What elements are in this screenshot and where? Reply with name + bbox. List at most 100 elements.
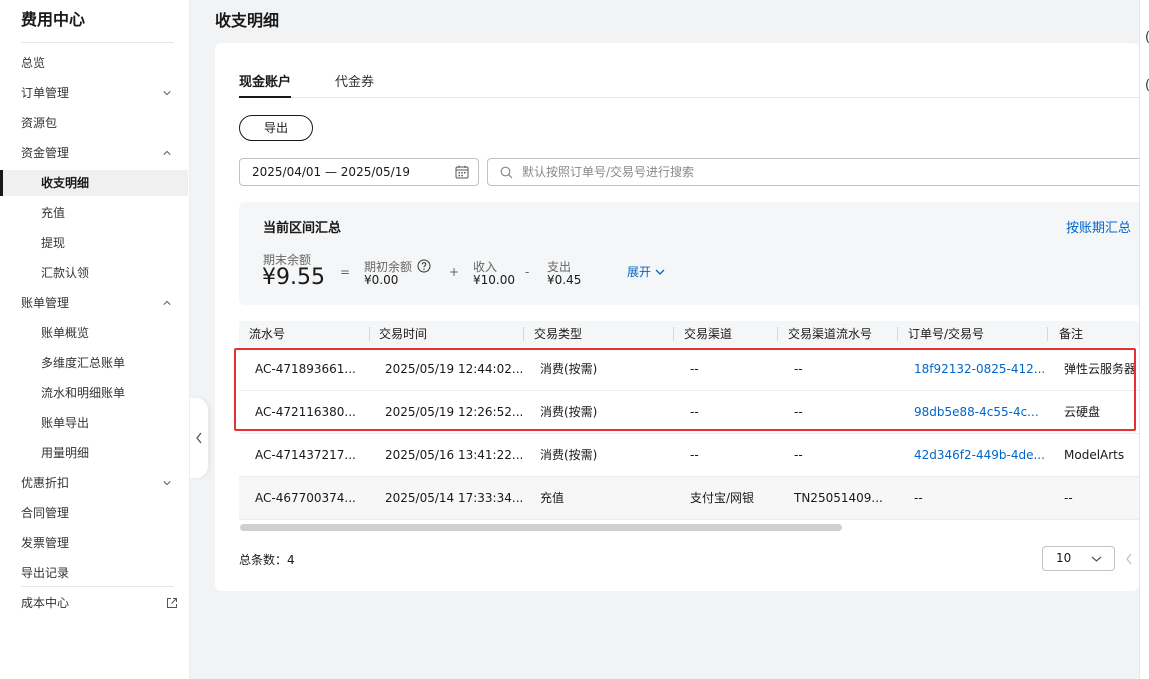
equals-sign: =	[340, 265, 351, 279]
sidebar-item-label: 多维度汇总账单	[41, 356, 126, 370]
table-row[interactable]: AC-471437217... 2025/05/16 13:41:22... 消…	[239, 434, 1139, 477]
sidebar-item-label: 成本中心	[21, 596, 70, 610]
col-trans-type: 交易类型	[534, 327, 583, 341]
search-placeholder: 默认按照订单号/交易号进行搜索	[522, 165, 695, 179]
sidebar-item-resource-pack[interactable]: 资源包	[0, 110, 188, 136]
sidebar-item-label: 资金管理	[21, 146, 70, 160]
chevron-down-icon	[163, 91, 171, 96]
page-size-select[interactable]: 10	[1042, 546, 1115, 571]
column-separator	[1047, 327, 1048, 341]
sidebar-item-cost-center[interactable]: 成本中心	[0, 590, 188, 616]
date-range-value: 2025/04/01 — 2025/05/19	[252, 165, 410, 179]
summarize-by-period-link[interactable]: 按账期汇总	[1066, 217, 1131, 236]
sidebar-item-flow-detail-bill[interactable]: 流水和明细账单	[0, 380, 188, 406]
date-range-picker[interactable]: 2025/04/01 — 2025/05/19	[239, 158, 479, 186]
expand-label: 展开	[627, 265, 652, 279]
period-summary: 当前区间汇总 按账期汇总 期末余额 ¥9.55 = 期初余额 ¥0.00 + 收…	[239, 202, 1139, 305]
sidebar-item-discounts[interactable]: 优惠折扣	[0, 470, 188, 496]
column-separator	[523, 327, 524, 341]
sidebar-item-funds[interactable]: 资金管理	[0, 140, 188, 166]
sidebar-item-bills[interactable]: 账单管理	[0, 290, 188, 316]
help-icon[interactable]	[417, 259, 431, 273]
cell-trans-time: 2025/05/16 13:41:22...	[385, 448, 524, 462]
panel-edge-glyph: (	[1145, 30, 1149, 45]
col-serial-no: 流水号	[249, 327, 286, 341]
sidebar-item-export-records[interactable]: 导出记录	[0, 560, 188, 586]
page-size-value: 10	[1056, 551, 1072, 565]
sidebar-item-bill-export[interactable]: 账单导出	[0, 410, 188, 436]
sidebar-collapse-handle[interactable]	[190, 398, 208, 478]
cell-remark: ModelArts	[1064, 448, 1125, 462]
chevron-down-icon	[1091, 556, 1102, 562]
opening-balance-value: ¥0.00	[364, 273, 399, 287]
chevron-up-icon	[163, 150, 171, 155]
total-count: 总条数：4	[239, 553, 295, 567]
tab-bar: 现金账户 代金券	[239, 71, 1139, 98]
col-channel: 交易渠道	[684, 327, 733, 341]
column-separator	[673, 327, 674, 341]
table-header: 流水号 交易时间 交易类型 交易渠道 交易渠道流水号 订单号/交易号 备注	[239, 321, 1139, 347]
cell-channel-serial: --	[794, 448, 803, 462]
sidebar-item-overview[interactable]: 总览	[0, 50, 188, 76]
sidebar-item-transactions[interactable]: 收支明细	[0, 170, 188, 196]
sidebar-item-label: 收支明细	[41, 176, 90, 190]
cell-trans-type: 充值	[540, 491, 565, 505]
cell-channel-serial: TN25051409...	[794, 491, 883, 505]
table-row[interactable]: AC-467700374... 2025/05/14 17:33:34... 充…	[239, 477, 1139, 520]
sidebar-item-contracts[interactable]: 合同管理	[0, 500, 188, 526]
minus-sign: -	[525, 265, 530, 279]
tab-vouchers[interactable]: 代金券	[335, 71, 374, 97]
col-channel-serial: 交易渠道流水号	[788, 327, 873, 341]
cell-channel: --	[690, 448, 699, 462]
sidebar-item-multi-dim-bill[interactable]: 多维度汇总账单	[0, 350, 188, 376]
sidebar: 费用中心 总览 订单管理 资源包 资金管理 收支明细 充值 提现 汇款认领 账单…	[0, 0, 190, 679]
sidebar-item-remittance[interactable]: 汇款认领	[0, 260, 188, 286]
calendar-icon	[455, 165, 469, 179]
sidebar-item-label: 总览	[21, 56, 46, 70]
sidebar-item-invoices[interactable]: 发票管理	[0, 530, 188, 556]
sidebar-item-label: 汇款认领	[41, 266, 90, 280]
sidebar-item-label: 资源包	[21, 116, 58, 130]
search-icon	[500, 166, 513, 179]
horizontal-scrollbar[interactable]	[240, 524, 842, 531]
cell-trans-time: 2025/05/14 17:33:34...	[385, 491, 524, 505]
expense-value: ¥0.45	[547, 273, 582, 287]
content-card: 现金账户 代金券 导出 2025/04/01 — 2025/05/19 默认按照…	[215, 43, 1139, 591]
col-trans-time: 交易时间	[379, 327, 428, 341]
cell-serial-no: AC-467700374...	[255, 491, 356, 505]
cell-remark: --	[1064, 491, 1073, 505]
sidebar-item-recharge[interactable]: 充值	[0, 200, 188, 226]
cell-order-link[interactable]: 42d346f2-449b-4de...	[914, 434, 1045, 477]
sidebar-item-usage-detail[interactable]: 用量明细	[0, 440, 188, 466]
sidebar-item-label: 提现	[41, 236, 66, 250]
search-input[interactable]: 默认按照订单号/交易号进行搜索	[487, 158, 1139, 186]
sidebar-title: 费用中心	[21, 10, 86, 29]
income-value: ¥10.00	[473, 273, 515, 287]
highlight-box	[234, 348, 1136, 431]
panel-edge-glyph: (	[1145, 78, 1149, 93]
sidebar-item-label: 订单管理	[21, 86, 70, 100]
page-title: 收支明细	[215, 11, 280, 30]
sidebar-item-label: 充值	[41, 206, 66, 220]
export-button[interactable]: 导出	[239, 115, 313, 141]
column-separator	[897, 327, 898, 341]
expand-button[interactable]: 展开	[627, 263, 665, 280]
chevron-left-icon	[196, 432, 202, 444]
prev-page-icon[interactable]	[1125, 553, 1133, 565]
ending-balance-value: ¥9.55	[262, 265, 325, 290]
sidebar-item-label: 优惠折扣	[21, 476, 70, 490]
sidebar-item-label: 账单管理	[21, 296, 70, 310]
sidebar-item-orders[interactable]: 订单管理	[0, 80, 188, 106]
plus-sign: +	[449, 265, 460, 279]
tab-cash-account[interactable]: 现金账户	[239, 71, 292, 98]
sidebar-item-label: 账单导出	[41, 416, 90, 430]
sidebar-item-label: 用量明细	[41, 446, 90, 460]
sidebar-item-withdraw[interactable]: 提现	[0, 230, 188, 256]
sidebar-item-label: 流水和明细账单	[41, 386, 126, 400]
divider	[21, 586, 174, 587]
sidebar-item-label: 合同管理	[21, 506, 70, 520]
external-link-icon	[167, 598, 177, 608]
chevron-down-icon	[163, 481, 171, 486]
col-remark: 备注	[1059, 327, 1084, 341]
sidebar-item-bill-overview[interactable]: 账单概览	[0, 320, 188, 346]
